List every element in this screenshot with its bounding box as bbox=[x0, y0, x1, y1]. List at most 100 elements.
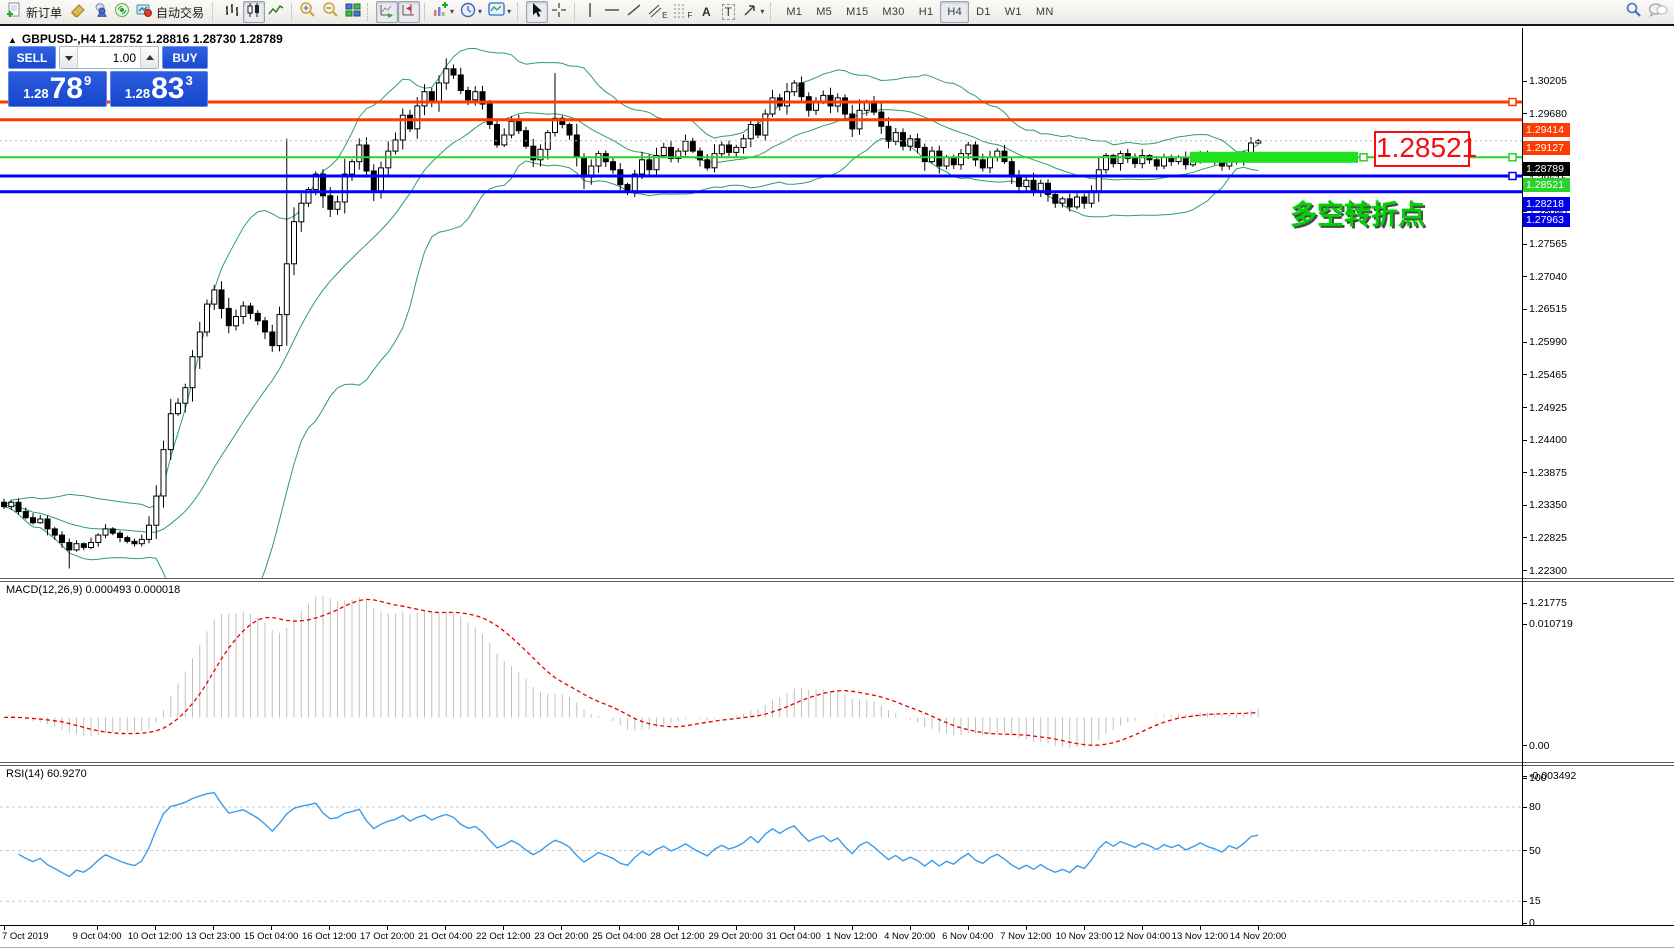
time-tick-mark bbox=[910, 926, 911, 930]
time-axis-label: 10 Nov 23:00 bbox=[1056, 931, 1113, 942]
arrows-button[interactable]: ▾ bbox=[739, 1, 767, 23]
zoom-out-icon bbox=[322, 1, 339, 23]
text-button[interactable]: A bbox=[695, 1, 717, 23]
buy-button[interactable]: BUY bbox=[162, 46, 208, 69]
timeframe-h4-button[interactable]: H4 bbox=[940, 1, 969, 23]
time-tick-mark bbox=[619, 926, 620, 930]
crosshair-icon bbox=[551, 2, 567, 23]
timeframe-m1-button[interactable]: M1 bbox=[779, 1, 809, 23]
price-annotation-box[interactable]: 1.28521 bbox=[1374, 131, 1470, 167]
chart-shift-button[interactable] bbox=[398, 1, 420, 23]
horizontal-line-button[interactable] bbox=[601, 1, 623, 23]
fibonacci-button[interactable]: F bbox=[670, 1, 695, 23]
price-tick-mark bbox=[1522, 537, 1527, 538]
chat-button[interactable] bbox=[1645, 1, 1671, 23]
buy-price-pip: 3 bbox=[185, 73, 192, 88]
collapse-arrow-icon[interactable]: ▲ bbox=[8, 35, 17, 45]
timeframe-d1-button[interactable]: D1 bbox=[969, 1, 998, 23]
highlight-bar[interactable] bbox=[1190, 152, 1358, 163]
time-tick-mark bbox=[387, 926, 388, 930]
candlestick-chart-button[interactable] bbox=[243, 1, 265, 23]
tile-windows-button[interactable] bbox=[342, 1, 364, 23]
time-axis-label: 22 Oct 12:00 bbox=[476, 931, 530, 942]
profiles-button[interactable] bbox=[89, 1, 111, 23]
auto-trading-icon bbox=[136, 2, 152, 23]
line-chart-icon bbox=[268, 2, 284, 23]
volume-decrease-button[interactable] bbox=[60, 47, 78, 68]
timeframe-mn-button[interactable]: MN bbox=[1029, 1, 1061, 23]
cursor-button[interactable] bbox=[526, 1, 548, 23]
templates-button[interactable]: ▾ bbox=[485, 1, 514, 23]
rsi-indicator-label: RSI(14) 60.9270 bbox=[6, 768, 87, 780]
zoom-out-button[interactable] bbox=[319, 1, 342, 23]
template-icon bbox=[488, 1, 505, 23]
volume-increase-button[interactable] bbox=[140, 47, 158, 68]
equidistant-channel-button[interactable]: E bbox=[645, 1, 670, 23]
macd-histogram bbox=[4, 596, 1258, 748]
time-axis-label: 14 Nov 20:00 bbox=[1230, 931, 1287, 942]
time-axis-label: 13 Nov 12:00 bbox=[1172, 931, 1229, 942]
rsi-tick-label: 80 bbox=[1529, 801, 1541, 813]
time-tick-mark bbox=[968, 926, 969, 930]
timeframe-w1-button[interactable]: W1 bbox=[998, 1, 1029, 23]
new-order-icon bbox=[6, 2, 22, 23]
auto-scroll-button[interactable] bbox=[376, 1, 398, 23]
time-tick-mark bbox=[852, 926, 853, 930]
channel-icon bbox=[648, 2, 662, 23]
timeframe-m15-button[interactable]: M15 bbox=[839, 1, 875, 23]
time-axis-label: 7 Nov 12:00 bbox=[1000, 931, 1051, 942]
time-tick-mark bbox=[1200, 926, 1201, 930]
horizontal-line-icon bbox=[604, 2, 620, 23]
time-axis-label: 17 Oct 20:00 bbox=[360, 931, 414, 942]
toolbar-grip bbox=[517, 3, 523, 21]
main-chart-surface[interactable] bbox=[0, 28, 1522, 578]
timeframe-m5-button[interactable]: M5 bbox=[809, 1, 839, 23]
price-tick-label: 1.22300 bbox=[1529, 565, 1567, 577]
chart-shift-icon bbox=[401, 2, 417, 23]
line-chart-button[interactable] bbox=[265, 1, 287, 23]
price-tick-label: 1.29680 bbox=[1529, 108, 1567, 120]
line-handle[interactable] bbox=[1360, 154, 1367, 161]
bar-chart-button[interactable] bbox=[221, 1, 243, 23]
styles-button[interactable] bbox=[67, 1, 89, 23]
signals-button[interactable] bbox=[111, 1, 133, 23]
periods-button[interactable]: ▾ bbox=[457, 1, 485, 23]
macd-panel-surface[interactable] bbox=[0, 582, 1522, 762]
chinese-annotation-text[interactable]: 多空转折点 bbox=[1290, 193, 1425, 232]
auto-trading-button[interactable]: 自动交易 bbox=[133, 1, 209, 23]
clock-icon bbox=[460, 2, 476, 23]
sell-button[interactable]: SELL bbox=[8, 46, 56, 69]
chart-title-text: GBPUSD-,H4 1.28752 1.28816 1.28730 1.287… bbox=[22, 32, 283, 46]
volume-stepper: 1.00 bbox=[59, 46, 159, 69]
buy-price-display[interactable]: 1.28 83 3 bbox=[110, 71, 209, 107]
vertical-line-icon bbox=[583, 2, 597, 23]
rsi-tick-label: 100 bbox=[1529, 772, 1547, 784]
time-axis-label: 1 Nov 12:00 bbox=[826, 931, 877, 942]
time-tick-mark bbox=[736, 926, 737, 930]
time-tick-mark bbox=[271, 926, 272, 930]
timeframe-m30-button[interactable]: M30 bbox=[875, 1, 911, 23]
rsi-panel-surface[interactable] bbox=[0, 766, 1522, 925]
sell-price-display[interactable]: 1.28 78 9 bbox=[8, 71, 107, 107]
horizontal-lines[interactable] bbox=[0, 99, 1522, 192]
price-tag: 1.28521 bbox=[1523, 178, 1570, 192]
time-axis-label: 6 Nov 04:00 bbox=[942, 931, 993, 942]
trendline-button[interactable] bbox=[623, 1, 645, 23]
price-tag: 1.29127 bbox=[1523, 141, 1570, 155]
time-axis-label: 13 Oct 23:00 bbox=[186, 931, 240, 942]
time-axis-label: 16 Oct 12:00 bbox=[302, 931, 356, 942]
signal-icon bbox=[114, 2, 130, 23]
new-order-button[interactable]: 新订单 bbox=[3, 1, 67, 23]
crosshair-button[interactable] bbox=[548, 1, 570, 23]
text-label-button[interactable]: T bbox=[717, 1, 739, 23]
vertical-line-button[interactable] bbox=[579, 1, 601, 23]
search-button[interactable] bbox=[1622, 1, 1645, 23]
indicators-button[interactable]: ▾ bbox=[429, 1, 457, 23]
price-tick-mark bbox=[1522, 244, 1527, 245]
price-tag: 1.29414 bbox=[1523, 123, 1570, 137]
volume-input[interactable]: 1.00 bbox=[78, 47, 140, 68]
zoom-in-button[interactable] bbox=[296, 1, 319, 23]
timeframe-h1-button[interactable]: H1 bbox=[912, 1, 941, 23]
toolbar-separator bbox=[291, 3, 292, 21]
time-axis[interactable]: 7 Oct 20199 Oct 04:0010 Oct 12:0013 Oct … bbox=[0, 926, 1522, 948]
